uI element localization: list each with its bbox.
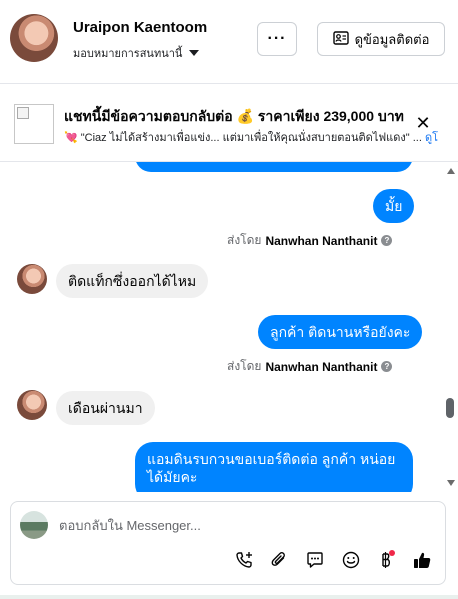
caret-down-icon bbox=[189, 50, 200, 56]
assign-conversation-dropdown[interactable]: มอบหมายการสนทนานี้ bbox=[73, 44, 200, 62]
message-text: ลูกค้า ติดนานหรือยังคะ bbox=[270, 324, 411, 340]
phone-add-icon[interactable] bbox=[233, 549, 255, 571]
close-icon[interactable]: ✕ bbox=[413, 113, 433, 133]
sender-name: Nanwhan Nanthanit bbox=[265, 233, 378, 248]
page-avatar bbox=[20, 511, 48, 539]
message-thread[interactable]: มั้ย ส่งโดย Nanwhan Nanthanit ? ติดแท็กซ… bbox=[0, 162, 444, 492]
message-text: มั้ย bbox=[385, 198, 403, 214]
conversation-header: Uraipon Kaentoom มอบหมายการสนทนานี้ ··· … bbox=[0, 0, 458, 84]
contact-avatar[interactable] bbox=[10, 14, 58, 62]
ad-context-banner: แชทนี้มีข้อความตอบกลับต่อ 💰 ราคาเพียง 23… bbox=[0, 84, 458, 162]
more-icon: ··· bbox=[267, 30, 287, 47]
incoming-message[interactable]: เดือนผ่านมา bbox=[56, 391, 155, 425]
sent-by-prefix: ส่งโดย bbox=[227, 359, 262, 373]
scrollbar-thumb[interactable] bbox=[446, 398, 454, 418]
message-text: แอมดินรบกวนขอเบอร์ติดต่อ ลูกค้า หน่อยได้… bbox=[147, 451, 396, 485]
ad-subtitle: 💘 "Ciaz ไม่ได้สร้างมาเพื่อแข่ง... แต่มาเ… bbox=[64, 128, 450, 144]
reply-composer bbox=[10, 501, 446, 585]
outgoing-message[interactable]: ลูกค้า ติดนานหรือยังคะ bbox=[258, 315, 423, 349]
sent-by-label: ส่งโดย Nanwhan Nanthanit ? bbox=[227, 231, 393, 250]
message-text: ติดแท็กซึ่งออกได้ไหม bbox=[68, 273, 197, 289]
contact-avatar-small bbox=[17, 264, 47, 294]
chat-bubble-icon[interactable] bbox=[304, 549, 326, 571]
bottom-strip bbox=[0, 595, 458, 599]
baht-icon[interactable] bbox=[375, 549, 397, 571]
outgoing-message[interactable]: แอมดินรบกวนขอเบอร์ติดต่อ ลูกค้า หน่อยได้… bbox=[135, 442, 413, 492]
message-text: เดือนผ่านมา bbox=[68, 400, 143, 416]
message-scrollbar[interactable] bbox=[444, 162, 458, 492]
incoming-message[interactable]: ติดแท็กซึ่งออกได้ไหม bbox=[56, 264, 209, 298]
sender-name: Nanwhan Nanthanit bbox=[265, 359, 378, 374]
ad-title: แชทนี้มีข้อความตอบกลับต่อ 💰 ราคาเพียง 23… bbox=[64, 108, 404, 124]
outgoing-message[interactable]: มั้ย bbox=[373, 189, 415, 223]
scroll-up-icon[interactable] bbox=[447, 168, 455, 174]
reply-input[interactable] bbox=[59, 516, 429, 534]
paperclip-icon[interactable] bbox=[268, 549, 290, 571]
contact-info-label: ดูข้อมูลติดต่อ bbox=[354, 31, 430, 47]
sent-by-prefix: ส่งโดย bbox=[227, 233, 262, 247]
ad-view-link[interactable]: ดูโ bbox=[425, 132, 438, 144]
like-icon[interactable] bbox=[411, 549, 433, 571]
contact-avatar-small bbox=[17, 390, 47, 420]
view-contact-info-button[interactable]: ดูข้อมูลติดต่อ bbox=[317, 22, 445, 56]
help-icon[interactable]: ? bbox=[381, 235, 393, 246]
ad-subtitle-text: 💘 "Ciaz ไม่ได้สร้างมาเพื่อแข่ง... แต่มาเ… bbox=[64, 132, 422, 144]
ad-thumbnail-image[interactable] bbox=[14, 104, 54, 144]
smiley-icon[interactable] bbox=[340, 549, 362, 571]
contact-card-icon bbox=[332, 30, 349, 48]
help-icon[interactable]: ? bbox=[381, 361, 393, 372]
assign-label: มอบหมายการสนทนานี้ bbox=[73, 48, 183, 60]
scroll-down-icon[interactable] bbox=[447, 480, 455, 486]
contact-name[interactable]: Uraipon Kaentoom bbox=[73, 19, 207, 36]
more-options-button[interactable]: ··· bbox=[257, 22, 297, 56]
sent-by-label: ส่งโดย Nanwhan Nanthanit ? bbox=[227, 357, 393, 376]
outgoing-message-partial[interactable] bbox=[135, 162, 413, 172]
